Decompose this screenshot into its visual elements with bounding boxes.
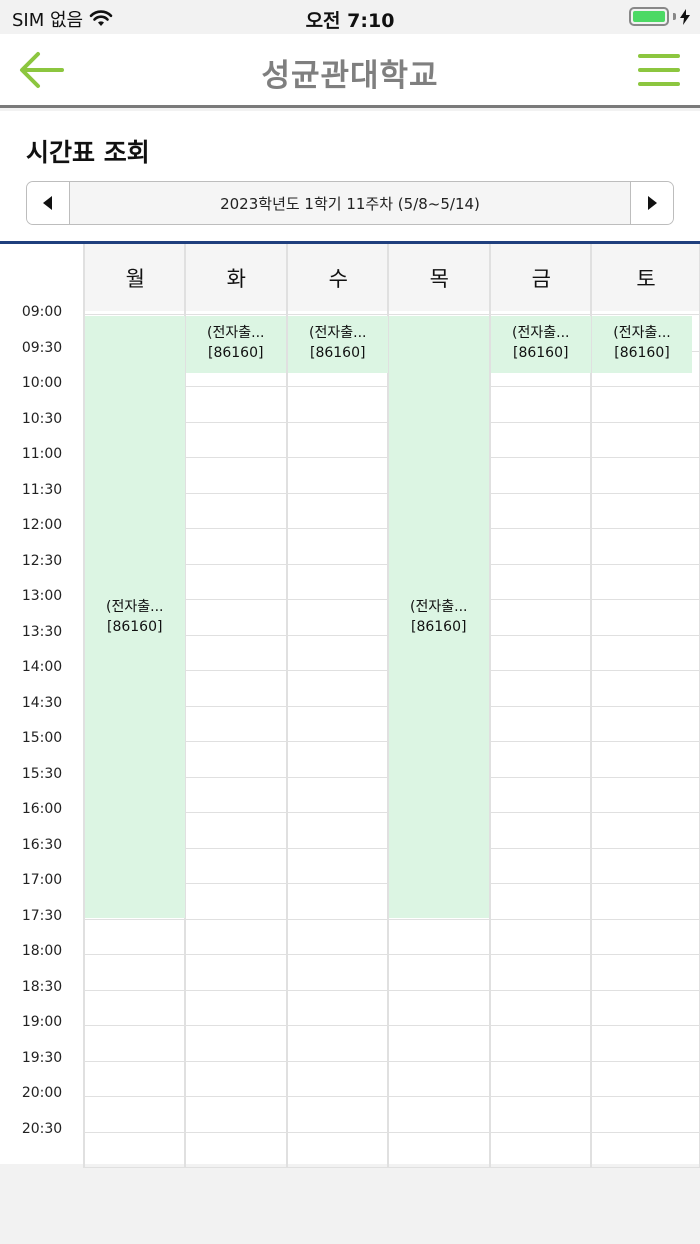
triangle-right-icon xyxy=(648,196,657,210)
time-label: 13:00 xyxy=(21,588,63,604)
day-header: 수 xyxy=(287,244,389,311)
app-header: 성균관대학교 xyxy=(0,34,700,108)
class-title: (전자출... xyxy=(309,325,367,341)
class-code: [86160] xyxy=(310,345,366,361)
class-block[interactable]: (전자출... [86160] xyxy=(186,316,286,374)
class-block[interactable]: (전자출... [86160] xyxy=(85,316,185,918)
charging-bolt-icon xyxy=(680,8,690,25)
day-header: 목 xyxy=(388,244,490,311)
time-label: 14:00 xyxy=(21,659,63,675)
class-title: (전자출... xyxy=(512,325,570,341)
triangle-left-icon xyxy=(43,196,52,210)
class-block[interactable]: (전자출... [86160] xyxy=(592,316,692,374)
class-code: [86160] xyxy=(411,618,467,635)
time-label: 12:30 xyxy=(21,552,63,569)
class-title: (전자출... xyxy=(106,598,164,615)
time-label: 18:30 xyxy=(21,978,63,995)
day-header: 화 xyxy=(185,244,287,311)
class-title: (전자출... xyxy=(207,325,265,341)
grid-row-line xyxy=(84,1060,700,1062)
class-title: (전자출... xyxy=(613,325,671,341)
time-label: 19:00 xyxy=(21,1014,63,1030)
day-header: 토 xyxy=(591,244,700,311)
class-block[interactable]: (전자출... [86160] xyxy=(491,316,591,374)
time-label: 17:30 xyxy=(21,907,63,924)
timetable-controls: 시간표 조회 2023학년도 1학기 11주차 (5/8~5/14) xyxy=(0,111,700,242)
grid-row-line xyxy=(84,1167,700,1168)
time-label: 18:00 xyxy=(21,943,63,959)
time-label: 09:30 xyxy=(21,339,63,356)
class-code: [86160] xyxy=(107,618,163,635)
menu-button[interactable] xyxy=(638,54,680,86)
status-bar: SIM 없음 오전 7:10 xyxy=(0,0,700,34)
timetable-grid: 09:00 09:30 10:00 10:30 11:00 11:30 12:00 12:30… xyxy=(0,244,700,1168)
time-label: 15:30 xyxy=(21,765,63,782)
time-label: 11:30 xyxy=(21,481,63,498)
grid-row-line xyxy=(84,989,700,991)
grid-col-line xyxy=(286,244,288,1168)
battery-icon xyxy=(629,7,669,26)
time-label: 12:00 xyxy=(21,517,63,533)
grid-row-line xyxy=(84,314,700,315)
class-code: [86160] xyxy=(208,345,264,361)
grid-row-line xyxy=(84,1131,700,1133)
grid-row-line xyxy=(84,1096,700,1097)
hamburger-menu-icon xyxy=(638,54,680,58)
time-label: 15:00 xyxy=(21,730,63,746)
time-label: 16:00 xyxy=(21,801,63,817)
time-label: 10:00 xyxy=(21,375,63,391)
class-title: (전자출... xyxy=(410,598,468,615)
time-label: 14:30 xyxy=(21,694,63,711)
class-block[interactable]: (전자출... [86160] xyxy=(288,316,388,374)
time-label: 13:30 xyxy=(21,623,63,640)
app-title: 성균관대학교 xyxy=(261,58,439,94)
grid-col-line xyxy=(590,244,592,1168)
week-label: 2023학년도 1학기 11주차 (5/8~5/14) xyxy=(220,194,480,213)
time-label: 10:30 xyxy=(21,410,63,427)
time-label: 09:00 xyxy=(21,304,63,320)
day-header: 월 xyxy=(84,244,186,311)
time-label: 11:00 xyxy=(21,446,63,462)
next-week-button[interactable] xyxy=(630,182,673,224)
grid-row-line xyxy=(84,918,700,920)
time-label: 20:30 xyxy=(21,1120,63,1137)
time-label: 17:00 xyxy=(21,872,63,888)
grid-row-line xyxy=(84,1025,700,1026)
time-label: 20:00 xyxy=(21,1085,63,1101)
class-code: [86160] xyxy=(614,345,670,361)
class-block[interactable]: (전자출... [86160] xyxy=(389,316,489,918)
prev-week-button[interactable] xyxy=(27,182,70,224)
week-navigator: 2023학년도 1학기 11주차 (5/8~5/14) xyxy=(26,181,674,225)
grid-row-line xyxy=(84,954,700,955)
time-label: 16:30 xyxy=(21,836,63,853)
clock: 오전 7:10 xyxy=(305,10,395,32)
grid-col-line xyxy=(489,244,491,1168)
day-header: 금 xyxy=(490,244,592,311)
time-label: 19:30 xyxy=(21,1049,63,1066)
time-column: 09:00 09:30 10:00 10:30 11:00 11:30 12:00 12:30… xyxy=(0,244,84,1164)
class-code: [86160] xyxy=(513,345,569,361)
page-title: 시간표 조회 xyxy=(26,138,150,167)
